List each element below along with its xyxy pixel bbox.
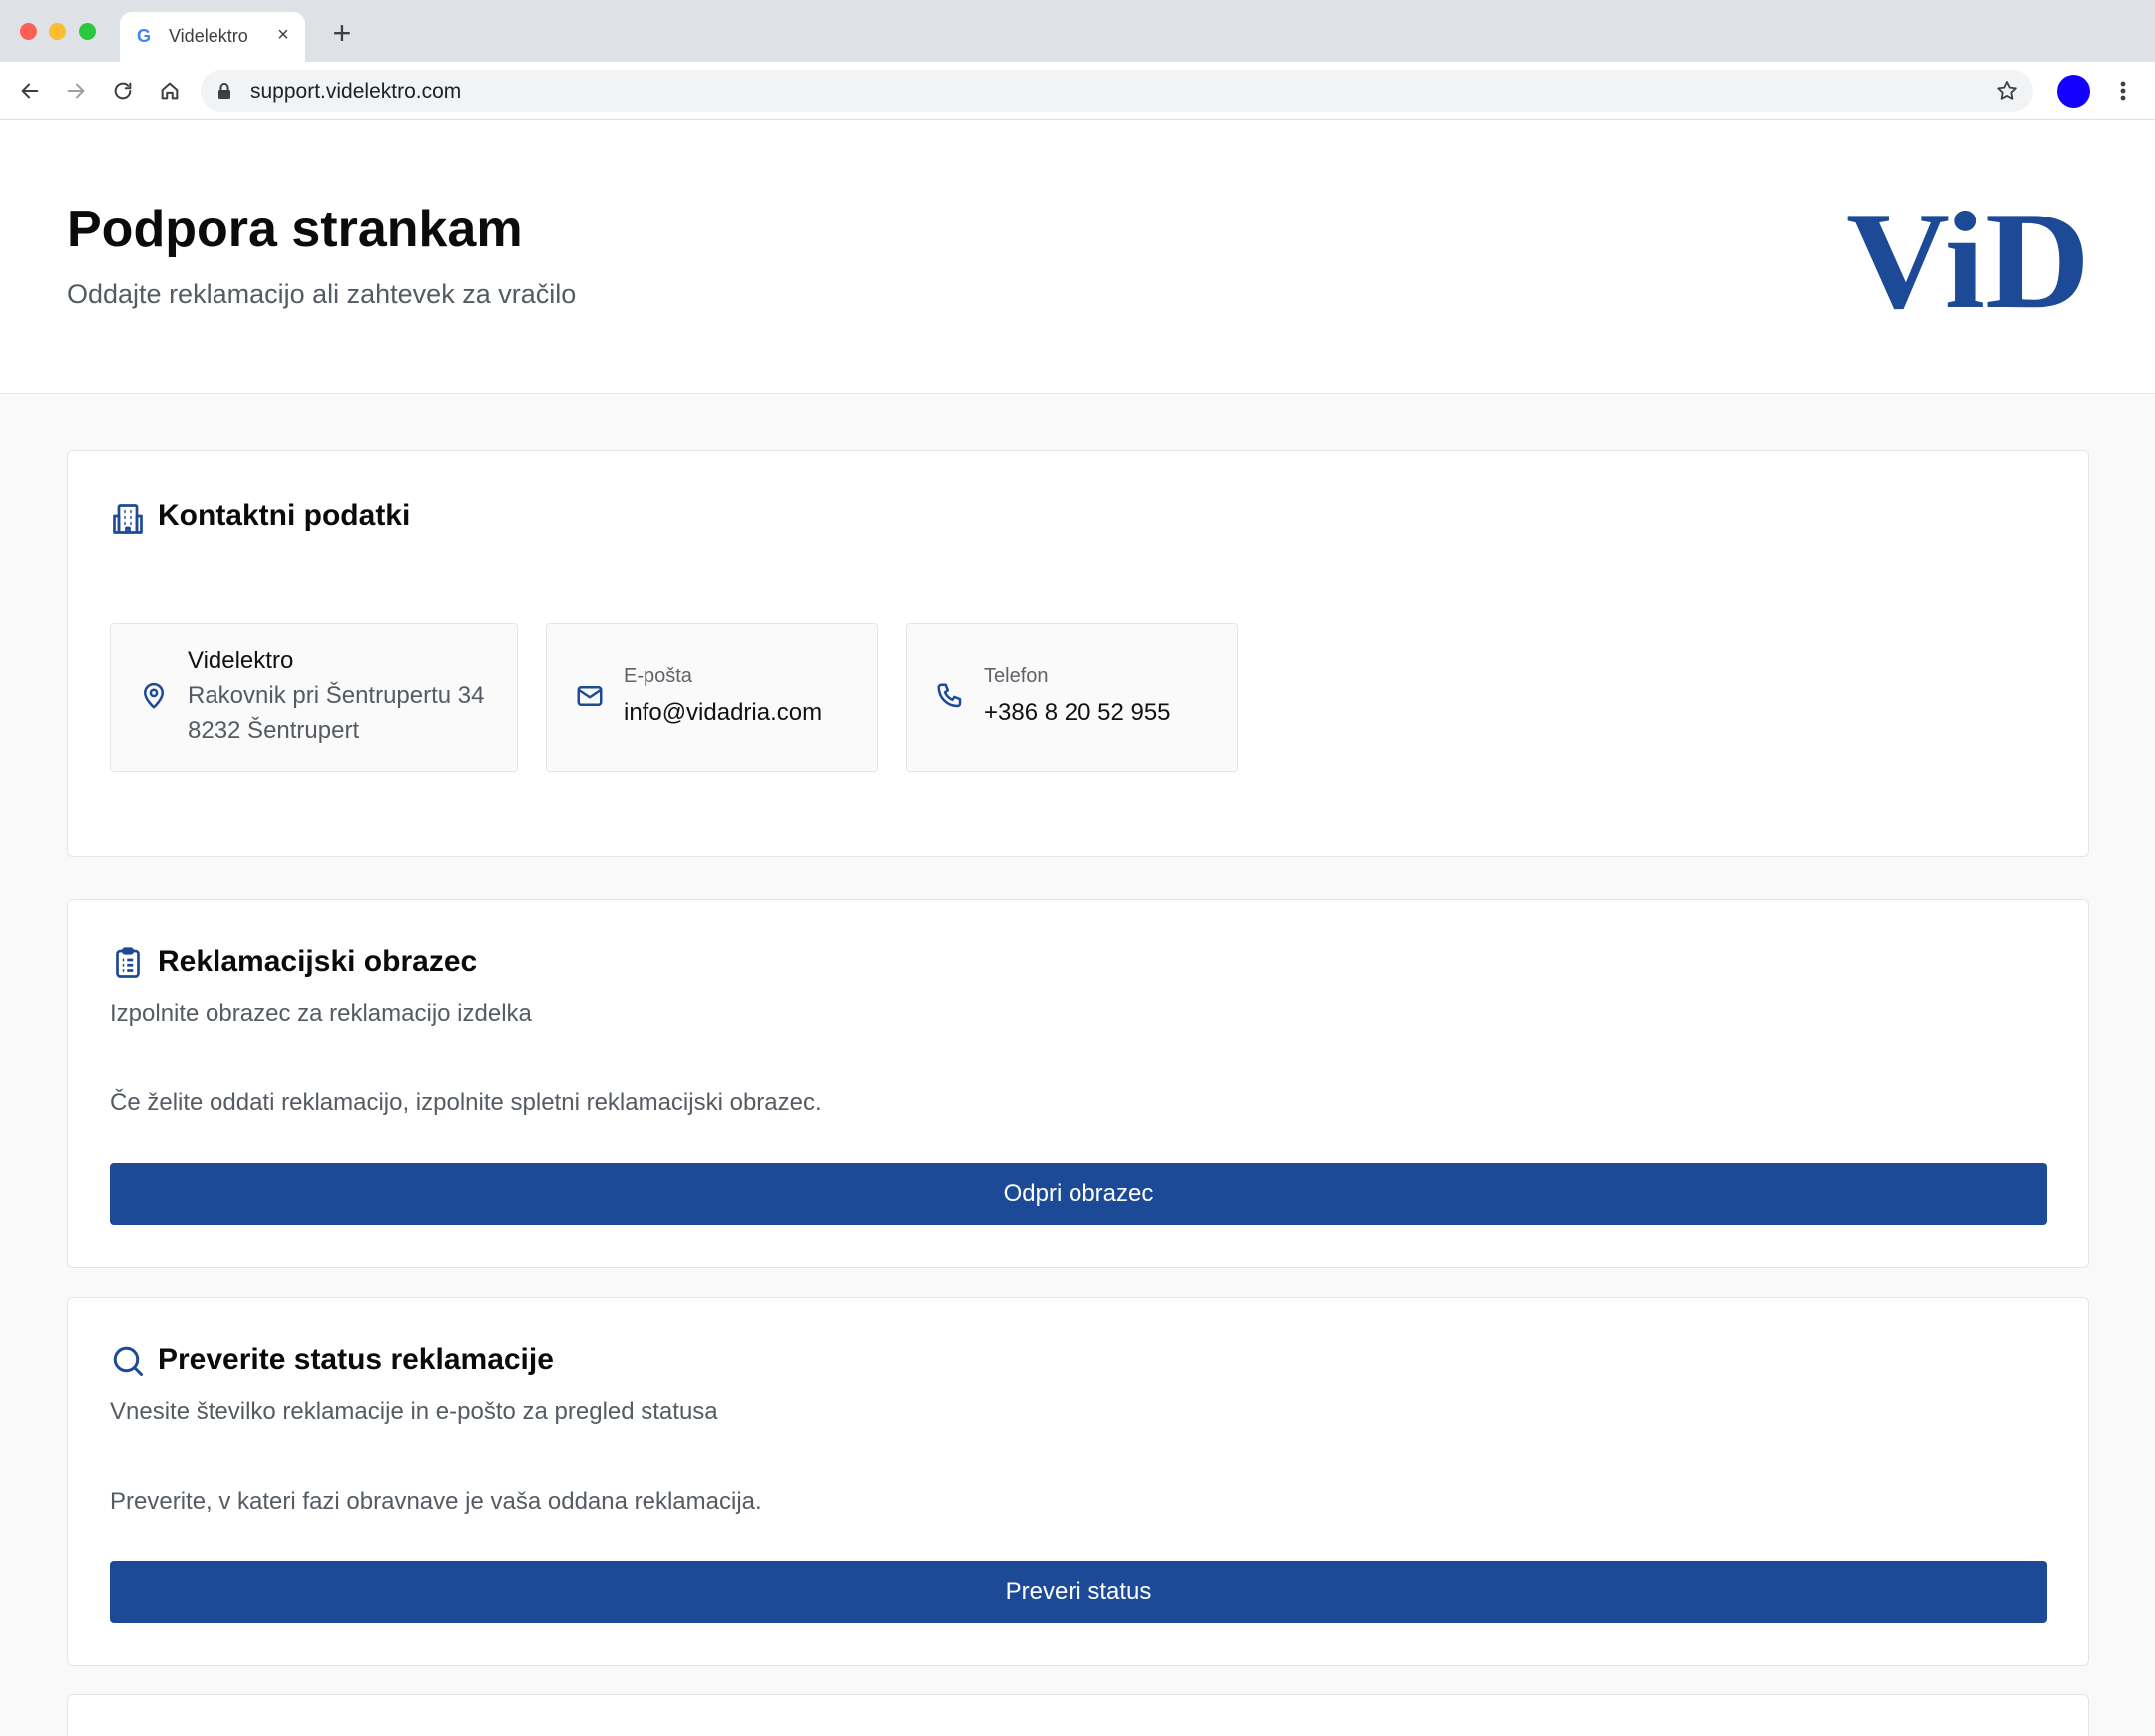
email-box: E-pošta info@vidadria.com (546, 623, 878, 772)
vid-logo[interactable]: ViD (1846, 203, 2090, 322)
page-content: Podpora strankam Oddajte reklamacijo ali… (0, 120, 2155, 1736)
complaint-form-text: Če želite oddati reklamacijo, izpolnite … (110, 1089, 822, 1116)
tab-title: Videlektro (169, 26, 248, 46)
clipboard-list-icon (116, 947, 140, 978)
browser-tab[interactable]: G Videlektro × (120, 12, 305, 62)
back-icon[interactable] (15, 76, 45, 106)
address-bar[interactable]: support.videlektro.com (201, 70, 2033, 112)
minimize-window-button[interactable] (49, 23, 66, 40)
phone-icon (937, 683, 962, 708)
contact-title: Kontaktni podatki (158, 499, 411, 532)
google-favicon-icon: G (136, 26, 151, 46)
complaint-form-subtitle: Izpolnite obrazec za reklamacijo izdelka (110, 1000, 532, 1027)
email-label: E-pošta (624, 665, 692, 687)
lock-icon (218, 83, 230, 99)
building-icon (113, 504, 143, 534)
phone-box: Telefon +386 8 20 52 955 (906, 623, 1238, 772)
status-check-title: Preverite status reklamacije (158, 1343, 554, 1376)
home-icon[interactable] (155, 76, 185, 106)
address-line2: 8232 Šentrupert (188, 717, 360, 744)
logo-text: ViD (1846, 203, 2090, 322)
browser-window: G Videlektro × + support.videlektro.com (0, 0, 2155, 1736)
status-check-card: Preverite status reklamacije Vnesite šte… (67, 1297, 2089, 1666)
new-tab-button[interactable]: + (327, 17, 357, 49)
page-header: Podpora strankam Oddajte reklamacijo ali… (0, 120, 2155, 394)
address-line1: Rakovnik pri Šentrupertu 34 (188, 682, 485, 709)
open-form-button[interactable]: Odpri obrazec (110, 1163, 2047, 1225)
maximize-window-button[interactable] (79, 23, 96, 40)
contact-card: Kontaktni podatki Videlektro Rakovnik pr… (67, 450, 2089, 857)
url-text[interactable]: support.videlektro.com (250, 80, 461, 104)
phone-label: Telefon (984, 665, 1049, 687)
complaint-form-card: Reklamacijski obrazec Izpolnite obrazec … (67, 899, 2089, 1268)
close-window-button[interactable] (20, 23, 37, 40)
next-card (67, 1694, 2089, 1736)
mail-icon (577, 686, 603, 706)
page-subtitle: Oddajte reklamacijo ali zahtevek za vrač… (67, 279, 577, 309)
map-pin-icon (143, 682, 165, 709)
more-menu-icon[interactable] (2113, 76, 2133, 106)
bookmark-star-icon[interactable] (1995, 79, 2019, 103)
forward-icon[interactable] (61, 76, 91, 106)
reload-icon[interactable] (108, 76, 138, 106)
browser-toolbar: support.videlektro.com (0, 62, 2155, 120)
email-link[interactable]: info@vidadria.com (624, 699, 822, 727)
tab-strip: G Videlektro × + (0, 0, 2155, 62)
address-box: Videlektro Rakovnik pri Šentrupertu 34 8… (110, 623, 518, 772)
status-check-subtitle: Vnesite številko reklamacije in e-pošto … (110, 1398, 718, 1425)
complaint-form-title: Reklamacijski obrazec (158, 945, 478, 978)
check-status-button[interactable]: Preveri status (110, 1561, 2047, 1623)
phone-link[interactable]: +386 8 20 52 955 (984, 699, 1171, 727)
page-title: Podpora strankam (67, 201, 523, 258)
profile-avatar[interactable] (2057, 75, 2090, 108)
tab-close-icon[interactable]: × (271, 23, 295, 47)
status-check-text: Preverite, v kateri fazi obravnave je va… (110, 1488, 762, 1515)
search-icon (113, 1346, 143, 1376)
address-name: Videlektro (188, 648, 294, 674)
